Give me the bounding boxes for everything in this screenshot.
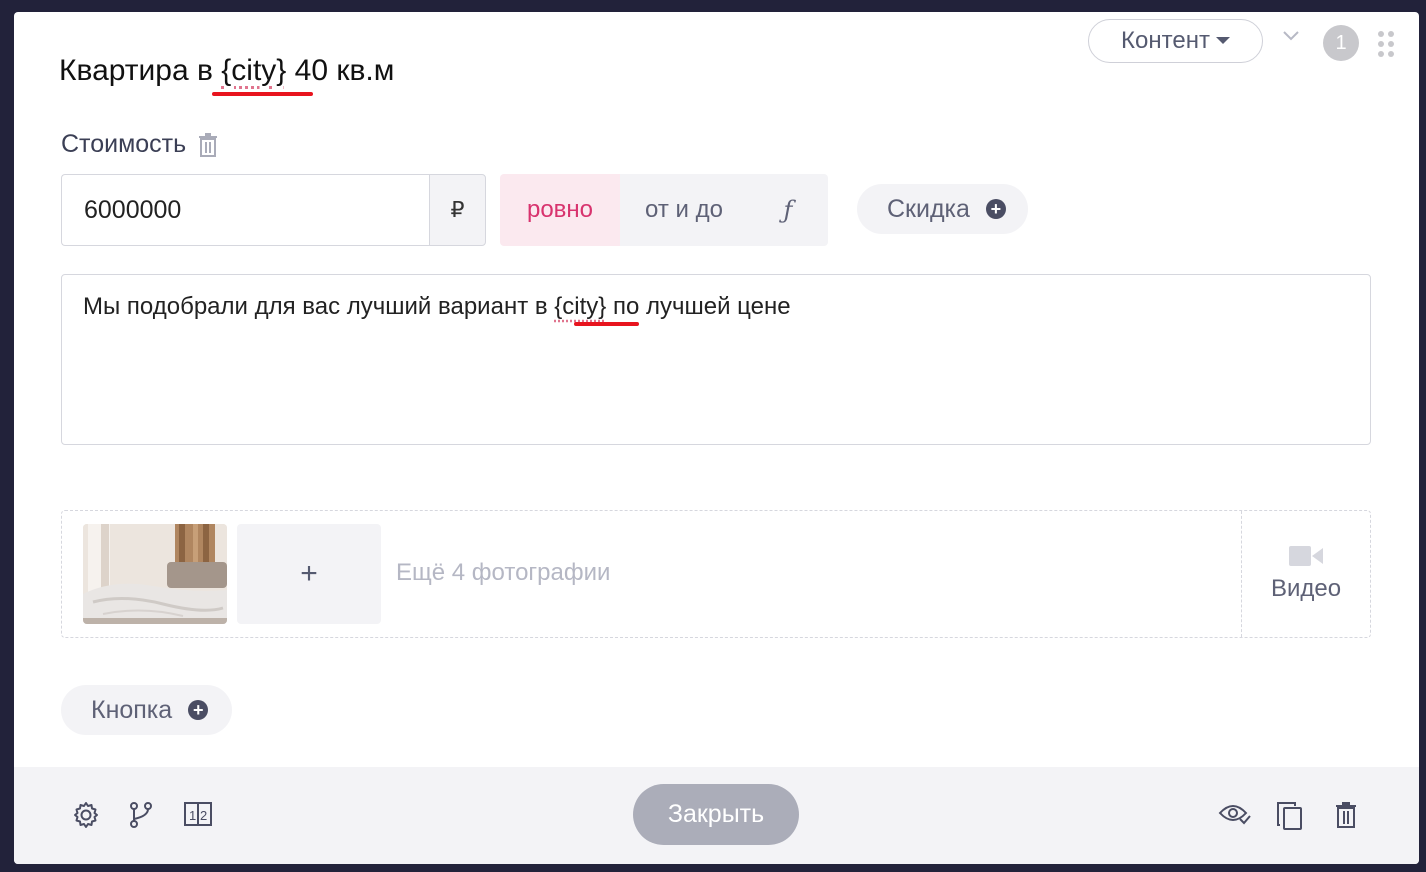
plus-circle-icon: + bbox=[188, 700, 209, 720]
ab-test-icon[interactable]: 1 2 bbox=[184, 801, 212, 827]
add-photo-button[interactable]: + bbox=[237, 524, 381, 624]
description-spellcheck-underline bbox=[574, 322, 639, 326]
title-spellcheck-underline bbox=[212, 92, 313, 96]
price-value: 6000000 bbox=[84, 195, 182, 224]
content-dropdown-label: Контент bbox=[1121, 27, 1210, 54]
title-var-word: в bbox=[197, 54, 222, 87]
block-editor-card: Квартира в {city} 40 кв.м Контент 1 Стои… bbox=[14, 12, 1419, 864]
discount-label: Скидка bbox=[887, 194, 970, 223]
price-label: Стоимость bbox=[61, 130, 187, 158]
currency-selector[interactable]: ₽ bbox=[429, 174, 486, 246]
branch-icon[interactable] bbox=[128, 801, 154, 829]
video-label: Видео bbox=[1270, 575, 1342, 602]
editor-footer: 1 2 Закрыть bbox=[14, 767, 1419, 864]
eye-check-icon[interactable] bbox=[1218, 801, 1252, 827]
plus-circle-icon: + bbox=[985, 199, 1006, 219]
content-dropdown[interactable]: Контент bbox=[1088, 19, 1263, 63]
price-mode-exact[interactable]: ровно bbox=[500, 174, 620, 246]
svg-text:2: 2 bbox=[200, 808, 207, 823]
chevron-down-icon[interactable] bbox=[1282, 30, 1300, 42]
caret-down-icon bbox=[1215, 36, 1230, 44]
block-number-badge: 1 bbox=[1323, 25, 1359, 61]
currency-symbol: ₽ bbox=[450, 197, 465, 222]
trash-icon[interactable] bbox=[198, 132, 218, 157]
title-suffix: 40 кв.м bbox=[286, 54, 395, 87]
media-gallery: + Ещё 4 фотографии Видео bbox=[61, 510, 1371, 638]
description-prefix: Мы подобрали для вас лучший вариант в bbox=[83, 293, 555, 320]
video-camera-icon bbox=[1289, 546, 1323, 566]
price-label-row: Стоимость bbox=[61, 130, 218, 159]
add-photo-plus: + bbox=[300, 557, 318, 590]
drag-handle-icon[interactable] bbox=[1377, 30, 1395, 58]
button-pill-label: Кнопка bbox=[91, 695, 173, 724]
gear-icon[interactable] bbox=[72, 801, 100, 829]
title-prefix: Квартира bbox=[59, 54, 197, 87]
block-title[interactable]: Квартира в {city} 40 кв.м bbox=[59, 54, 394, 88]
close-label: Закрыть bbox=[667, 800, 765, 828]
bedroom-photo-image bbox=[83, 524, 227, 624]
price-mode-range[interactable]: от и до bbox=[620, 174, 748, 246]
photo-thumbnail[interactable] bbox=[83, 524, 227, 624]
more-photos-hint: Ещё 4 фотографии bbox=[396, 559, 611, 586]
copy-icon[interactable] bbox=[1276, 801, 1304, 831]
add-button-button[interactable]: Кнопка + bbox=[61, 685, 232, 735]
add-video-button[interactable]: Видео bbox=[1241, 511, 1370, 637]
price-input[interactable]: 6000000 bbox=[61, 174, 431, 246]
description-suffix: по лучшей цене bbox=[606, 293, 791, 320]
description-textarea[interactable]: Мы подобрали для вас лучший вариант в {c… bbox=[61, 274, 1371, 445]
add-discount-button[interactable]: Скидка + bbox=[857, 184, 1028, 234]
description-city-variable[interactable]: {city} bbox=[554, 293, 606, 320]
trash-icon[interactable] bbox=[1335, 801, 1357, 829]
svg-text:1: 1 bbox=[189, 808, 196, 823]
badge-count: 1 bbox=[1335, 31, 1347, 54]
close-button[interactable]: Закрыть bbox=[633, 784, 799, 845]
price-mode-formula[interactable]: ƒ bbox=[748, 174, 828, 246]
title-city-variable[interactable]: {city} bbox=[221, 54, 286, 87]
